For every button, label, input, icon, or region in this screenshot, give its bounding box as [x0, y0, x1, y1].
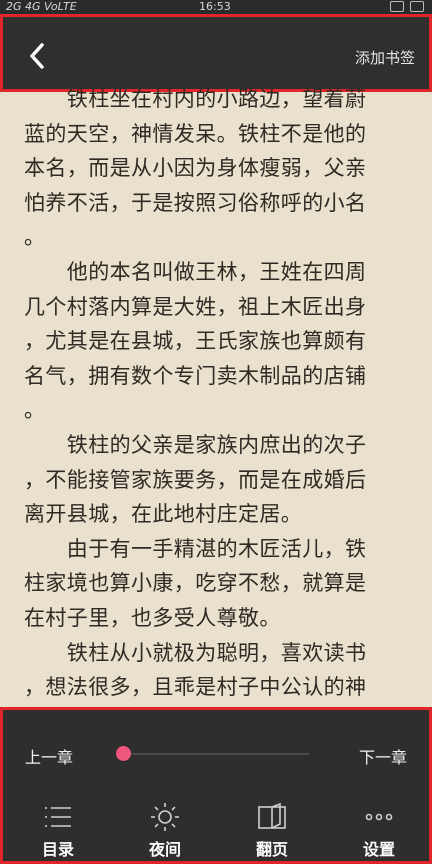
text-line: ，想法很多，且乖是村子中公认的神 [24, 675, 367, 700]
book-icon [258, 802, 286, 829]
status-bar: 2G 4G VoLTE 16:53 [0, 0, 432, 14]
network-indicator: 2G 4G VoLTE [6, 0, 77, 13]
text-line: 怕养不活，于是按照习俗称呼的小名 [24, 190, 367, 215]
next-chapter-button[interactable]: 下一章 [359, 744, 407, 768]
back-button[interactable] [23, 39, 51, 73]
top-toolbar: 添加书签 [0, 14, 432, 92]
text-line: 柱家境也算小康，吃穿不愁，就算是 [24, 571, 367, 596]
text-line: 铁柱坐在村内的小路边，望着蔚 [24, 87, 367, 111]
text-line: 由于有一手精湛的木匠活儿，铁 [24, 536, 367, 561]
bottom-tabs: 目录 夜间 翻页 设置 [3, 798, 429, 860]
more-icon [365, 813, 393, 821]
text-line: 他的本名叫做王林，王姓在四周 [24, 259, 367, 284]
battery-icon [410, 1, 424, 12]
slider-handle[interactable] [116, 746, 131, 761]
status-icons [390, 1, 424, 12]
text-line: 蓝的天空，神情发呆。铁柱不是他的 [24, 121, 367, 146]
tab-settings[interactable]: 设置 [334, 798, 424, 860]
alarm-icon [390, 1, 404, 12]
reading-content[interactable]: 铁柱坐在村内的小路边，望着蔚 蓝的天空，神情发呆。铁柱不是他的 本名，而是从小因… [24, 82, 414, 706]
tab-catalog[interactable]: 目录 [13, 798, 103, 860]
text-line: 。 [24, 225, 46, 250]
tab-night[interactable]: 夜间 [120, 798, 210, 860]
text-line: ，尤其是在县城，王氏家族也算颇有 [24, 329, 367, 354]
text-line: 铁柱从小就极为聪明，喜欢读书 [24, 640, 367, 665]
tab-label: 翻页 [255, 840, 288, 859]
bottom-toolbar: 上一章 下一章 目录 夜间 翻页 设置 [0, 707, 432, 864]
tab-label: 夜间 [148, 840, 181, 859]
tab-label: 设置 [362, 840, 395, 859]
progress-slider[interactable] [116, 746, 309, 761]
tab-page-turn[interactable]: 翻页 [227, 798, 317, 860]
text-line: 离开县城，在此地村庄定居。 [24, 502, 303, 527]
text-line: ，不能接管家族要务，而是在成婚后 [24, 467, 367, 492]
tab-label: 目录 [41, 840, 74, 859]
add-bookmark-button[interactable]: 添加书签 [355, 47, 415, 68]
text-line: 名气，拥有数个专门卖木制品的店铺 [24, 363, 367, 388]
chevron-left-icon [30, 43, 44, 69]
catalog-icon [45, 807, 71, 827]
clock: 16:53 [199, 0, 231, 13]
text-line: 在村子里，也多受人尊敬。 [24, 605, 281, 630]
text-line: 铁柱的父亲是家族内庶出的次子 [24, 432, 367, 457]
prev-chapter-button[interactable]: 上一章 [25, 744, 73, 768]
text-line: 。 [24, 398, 46, 423]
text-line: 本名，而是从小因为身体瘦弱，父亲 [24, 156, 367, 181]
text-line: 几个村落内算是大姓，祖上木匠出身 [24, 294, 367, 319]
sun-icon [151, 803, 179, 831]
